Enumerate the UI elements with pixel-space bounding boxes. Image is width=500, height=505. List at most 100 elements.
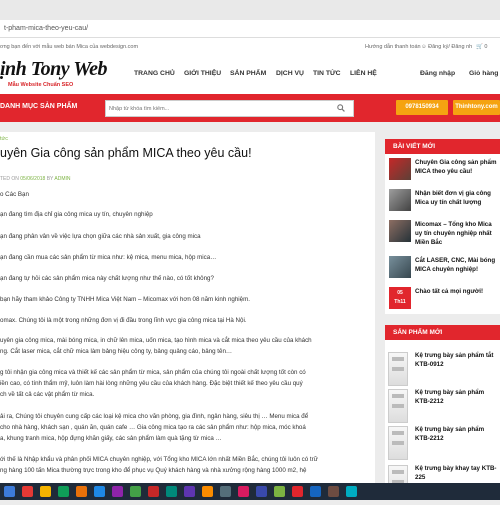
- paragraph: ới thế là Nhập khẩu và phân phối MICA ch…: [0, 456, 318, 463]
- taskbar-app-icon[interactable]: [202, 486, 213, 497]
- sidebar-heading-products: SẢN PHẨM MỚI: [385, 325, 500, 340]
- paragraph: ng. Cắt laser mica, cắt chữ mica làm bản…: [0, 348, 233, 355]
- paragraph: omax. Chúng tôi là một trong những đơn v…: [0, 317, 247, 324]
- recent-post-title: Micomax – Tổng kho Mica uy tín chuyên ng…: [415, 221, 492, 246]
- taskbar-app-icon[interactable]: [22, 486, 33, 497]
- website-button[interactable]: Thinhtony.com: [453, 100, 500, 115]
- mini-cart[interactable]: 🛒 0: [476, 38, 487, 56]
- chrome-icon[interactable]: [58, 486, 69, 497]
- login-register-link[interactable]: ☺ Đăng ký/ Đăng nh: [421, 38, 472, 56]
- recent-post-item[interactable]: 05 Th11 Chào tất cả mọi người!: [385, 287, 500, 317]
- nav-products[interactable]: SẢN PHẨM: [230, 70, 266, 77]
- login-register-label: Đăng ký/ Đăng nh: [428, 44, 473, 50]
- sidebar-heading-posts-label: BÀI VIẾT MỚI: [393, 143, 436, 150]
- post-thumbnail: [389, 189, 411, 211]
- recent-post-item[interactable]: Cắt LASER, CNC, Mài bóng MICA chuyên ngh…: [385, 256, 500, 286]
- browser-address-bar[interactable]: t-pham-mica-theo-yeu-cau/: [0, 20, 500, 38]
- product-image: [388, 426, 408, 460]
- taskbar-app-icon[interactable]: [130, 486, 141, 497]
- product-title: Kệ trưng bày khay tay KTB-225: [415, 465, 497, 481]
- nav-services[interactable]: DỊCH VỤ: [276, 70, 304, 77]
- hotline-button[interactable]: 0978150934: [396, 100, 448, 115]
- taskbar-app-icon[interactable]: [238, 486, 249, 497]
- search-box: [105, 100, 354, 117]
- recent-post-item[interactable]: Chuyên Gia công sản phẩm MICA theo yêu c…: [385, 158, 500, 188]
- site-logo[interactable]: ịnh Tony Web: [0, 58, 108, 81]
- recent-post-title: Chào tất cả mọi người!: [415, 288, 484, 295]
- category-menu-button[interactable]: DANH MỤC SẢN PHẨM: [0, 103, 77, 110]
- sidebar-heading-products-label: SẢN PHẨM MỚI: [393, 329, 443, 336]
- post-thumbnail: [389, 220, 411, 242]
- product-title: Kệ trưng bày sản phẩm KTB-2212: [415, 426, 485, 442]
- recent-post-item[interactable]: Nhận biết đơn vị gia công Mica uy tín ch…: [385, 189, 500, 219]
- breadcrumb[interactable]: tức: [0, 136, 8, 142]
- logo-text: ịnh Tony Web: [0, 58, 108, 80]
- paragraph: uyên gia công mica, mài bóng mica, in ch…: [0, 337, 312, 344]
- post-date-month: Th11: [394, 299, 406, 305]
- meta-by: BY: [46, 176, 54, 182]
- post-author[interactable]: ADMIN: [54, 176, 70, 182]
- info-row: ơng bạn đến với mẫu web bán Mica của web…: [0, 38, 500, 57]
- start-icon[interactable]: [4, 486, 15, 497]
- paragraph: ạn đang tự hỏi các sản phẩm mica này chấ…: [0, 275, 214, 282]
- product-item[interactable]: Kệ trưng bày sản phẩm KTB-2212: [385, 426, 500, 466]
- recent-posts-panel: Chuyên Gia công sản phẩm MICA theo yêu c…: [385, 154, 500, 314]
- search-icon[interactable]: [337, 104, 345, 112]
- nav-news[interactable]: TIN TỨC: [313, 70, 341, 77]
- taskbar: [0, 483, 500, 500]
- cart-count: 0: [484, 44, 488, 50]
- site-header: ịnh Tony Web Mẫu Website Chuẩn SEO TRANG…: [0, 56, 500, 94]
- taskbar-app-icon[interactable]: [184, 486, 195, 497]
- nav-about[interactable]: GIỚI THIỆU: [184, 70, 221, 77]
- post-thumbnail: [389, 256, 411, 278]
- user-icon: ☺: [421, 44, 427, 50]
- article-content: tức uyên Gia công sản phẩm MICA theo yêu…: [0, 132, 375, 500]
- paragraph: ạn đang cần mua các sản phẩm từ mica như…: [0, 254, 217, 261]
- product-title: Kệ trưng bày sản phẩm KTB-2212: [415, 389, 485, 405]
- paragraph: iền cao, có tính thẩm mỹ, luôn làm hài l…: [0, 380, 303, 387]
- category-menu-label: DANH MỤC SẢN PHẨM: [0, 103, 78, 110]
- sidebar: BÀI VIẾT MỚI Chuyên Gia công sản phẩm MI…: [385, 132, 500, 500]
- product-item[interactable]: Kệ trưng bày sản phẩm tắt KTB-0912: [385, 352, 500, 392]
- product-item[interactable]: Kệ trưng bày sản phẩm KTB-2212: [385, 389, 500, 429]
- nav-cart[interactable]: Giỏ hàng: [469, 70, 498, 77]
- taskbar-app-icon[interactable]: [346, 486, 357, 497]
- taskbar-app-icon[interactable]: [94, 486, 105, 497]
- paragraph: ạn đang phân vân về việc lựa chọn giữa c…: [0, 233, 201, 240]
- taskbar-app-icon[interactable]: [76, 486, 87, 497]
- taskbar-app-icon[interactable]: [328, 486, 339, 497]
- welcome-text: ơng bạn đến với mẫu web bán Mica của web…: [0, 44, 139, 50]
- taskbar-app-icon[interactable]: [256, 486, 267, 497]
- post-meta: TED ON 05/06/2018 BY ADMIN: [0, 176, 71, 182]
- paragraph: bạn hãy tham khảo Công ty TNHH Mica Việt…: [0, 296, 250, 303]
- paragraph: o Các Bạn: [0, 191, 29, 198]
- taskbar-app-icon[interactable]: [148, 486, 159, 497]
- url-text: t-pham-mica-theo-yeu-cau/: [4, 25, 89, 32]
- recent-post-item[interactable]: Micomax – Tổng kho Mica uy tín chuyên ng…: [385, 220, 500, 250]
- product-image: [388, 389, 408, 423]
- hotline-number: 0978150934: [405, 104, 439, 110]
- paragraph: ng hàng 100 tấn Mica thường trực trong k…: [0, 467, 307, 474]
- post-thumbnail: [389, 158, 411, 180]
- browser-tab-strip: [0, 0, 500, 20]
- post-date-badge: 05 Th11: [389, 287, 411, 309]
- taskbar-app-icon[interactable]: [274, 486, 285, 497]
- paragraph: g tôi nhận gia công mica và thiết kế các…: [0, 369, 306, 376]
- nav-contact[interactable]: LIÊN HỆ: [350, 70, 377, 77]
- nav-login[interactable]: Đăng nhập: [420, 70, 455, 77]
- taskbar-app-icon[interactable]: [112, 486, 123, 497]
- taskbar-app-icon[interactable]: [292, 486, 303, 497]
- paragraph: a, khung tranh mica, hộp đựng khăn giấy,…: [0, 435, 222, 442]
- payment-guide-link[interactable]: Hướng dẫn thanh toán: [365, 38, 421, 56]
- post-date[interactable]: 05/06/2018: [20, 176, 45, 182]
- search-input[interactable]: [109, 101, 339, 116]
- nav-home[interactable]: TRANG CHỦ: [134, 70, 175, 77]
- taskbar-app-icon[interactable]: [166, 486, 177, 497]
- logo-tagline-text: Mẫu Website Chuẩn SEO: [8, 82, 74, 88]
- folder-icon[interactable]: [40, 486, 51, 497]
- logo-tagline: Mẫu Website Chuẩn SEO: [8, 82, 73, 88]
- recent-post-title: Nhận biết đơn vị gia công Mica uy tín ch…: [415, 190, 491, 206]
- paragraph: ch về tất cả các vật phẩm từ mica.: [0, 391, 95, 398]
- taskbar-app-icon[interactable]: [310, 486, 321, 497]
- taskbar-app-icon[interactable]: [220, 486, 231, 497]
